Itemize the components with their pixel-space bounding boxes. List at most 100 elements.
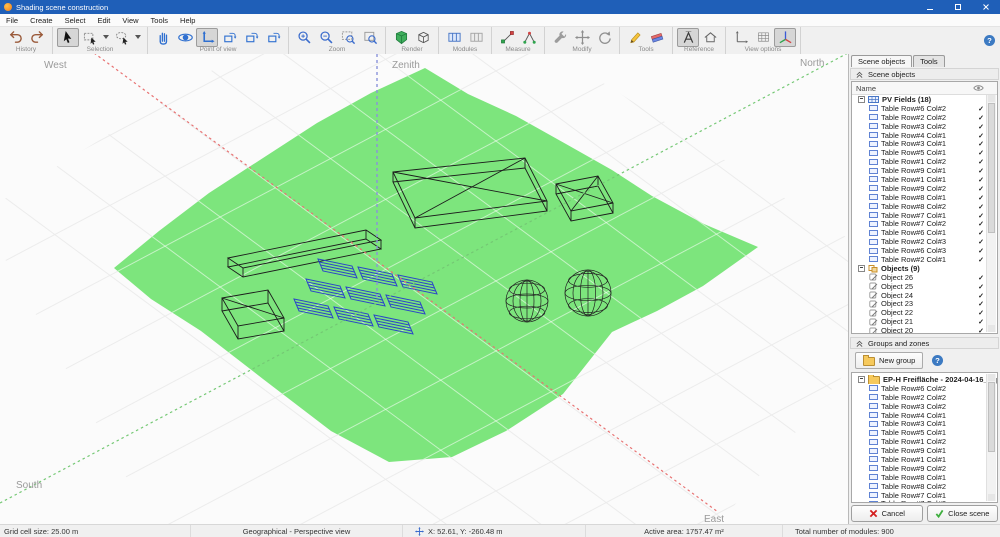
close-button[interactable]	[972, 0, 1000, 14]
restore-button[interactable]	[944, 0, 972, 14]
plane-xy-button[interactable]	[730, 28, 752, 47]
grid-button[interactable]	[752, 28, 774, 47]
group-item-row[interactable]: Table Row#6 Col#2	[852, 384, 997, 393]
group-item-row[interactable]: Table Row#9 Col#2	[852, 464, 997, 473]
object-row[interactable]: Object 20	[852, 326, 997, 333]
object-row[interactable]: Object 24	[852, 291, 997, 299]
pv-field-row[interactable]: Table Row#9 Col#1	[852, 166, 997, 175]
zoom-in-button[interactable]	[293, 28, 315, 47]
reference-house-button[interactable]	[699, 28, 721, 47]
menu-item[interactable]: Help	[174, 16, 201, 25]
group-folder-row[interactable]: EP-H Freifläche - 2024-04-16_export.	[852, 375, 997, 384]
objects-group-row[interactable]: Objects (9)	[852, 264, 997, 273]
scrollbar[interactable]	[986, 374, 996, 501]
tab-tools[interactable]: Tools	[913, 55, 945, 67]
pv-field-row[interactable]: Table Row#2 Col#3	[852, 237, 997, 246]
lasso-select-button[interactable]	[111, 28, 133, 47]
marquee-select-button[interactable]	[79, 28, 101, 47]
redo-button[interactable]	[26, 28, 48, 47]
orbit-button[interactable]	[174, 28, 196, 47]
reference-text-button[interactable]	[677, 27, 699, 47]
pv-field-row[interactable]: Table Row#6 Col#1	[852, 228, 997, 237]
collapse-expander-icon[interactable]	[858, 375, 865, 383]
object-row[interactable]: Object 21	[852, 317, 997, 326]
group-item-row[interactable]: Table Row#8 Col#1	[852, 473, 997, 482]
pv-field-row[interactable]: Table Row#7 Col#2	[852, 219, 997, 228]
group-item-row[interactable]: Table Row#7 Col#1	[852, 491, 997, 499]
pv-field-row[interactable]: Table Row#6 Col#2	[852, 104, 997, 113]
modules-off-button[interactable]	[465, 28, 487, 47]
group-item-row[interactable]: Table Row#1 Col#1	[852, 455, 997, 464]
pv-field-row[interactable]: Table Row#9 Col#2	[852, 184, 997, 193]
group-item-row[interactable]: Table Row#3 Col#2	[852, 402, 997, 411]
pv-field-row[interactable]: Table Row#3 Col#1	[852, 139, 997, 148]
axis-view-button[interactable]	[196, 27, 218, 47]
group-item-row[interactable]: Table Row#3 Col#1	[852, 419, 997, 428]
collapse-expander-icon[interactable]	[858, 95, 865, 103]
pv-field-row[interactable]: Table Row#7 Col#1	[852, 211, 997, 219]
eraser-button[interactable]	[646, 28, 668, 47]
group-item-row[interactable]: Table Row#2 Col#2	[852, 393, 997, 402]
zoom-window-button[interactable]	[337, 28, 359, 47]
group-item-row[interactable]: Table Row#5 Col#1	[852, 428, 997, 437]
move-button[interactable]	[571, 28, 593, 47]
rotate-z-button[interactable]	[240, 28, 262, 47]
menu-item[interactable]: Edit	[91, 16, 116, 25]
pv-field-row[interactable]: Table Row#2 Col#2	[852, 113, 997, 122]
collapse-expander-icon[interactable]	[858, 264, 865, 272]
zoom-extents-button[interactable]	[359, 28, 381, 47]
object-row[interactable]: Object 25	[852, 282, 997, 291]
tab-scene-objects[interactable]: Scene objects	[851, 55, 913, 67]
groups-zones-header[interactable]: Groups and zones	[850, 337, 999, 349]
pencil-button[interactable]	[624, 28, 646, 47]
scrollbar[interactable]	[986, 95, 996, 332]
wrench-button[interactable]	[549, 28, 571, 47]
close-scene-button[interactable]: Close scene	[926, 505, 998, 522]
dropdown-caret[interactable]	[103, 35, 109, 39]
tree-column-header[interactable]: Name	[852, 82, 997, 95]
rotate-object-button[interactable]	[593, 28, 615, 47]
pv-field-row[interactable]: Table Row#8 Col#1	[852, 193, 997, 202]
scene-viewport[interactable]: West Zenith North South East	[0, 54, 848, 524]
group-item-row[interactable]: Table Row#9 Col#1	[852, 446, 997, 455]
object-row[interactable]: Object 22	[852, 308, 997, 317]
scrollbar-thumb[interactable]	[988, 103, 995, 234]
scrollbar-thumb[interactable]	[988, 382, 995, 452]
rotate-x-button[interactable]	[218, 28, 240, 47]
menu-item[interactable]: Tools	[145, 16, 175, 25]
rotate-y-button[interactable]	[262, 28, 284, 47]
groups-help-button[interactable]: ?	[931, 354, 944, 367]
group-item-row[interactable]: Table Row#1 Col#2	[852, 437, 997, 446]
pv-field-row[interactable]: Table Row#5 Col#1	[852, 148, 997, 157]
group-item-row[interactable]: Table Row#7 Col#2	[852, 499, 997, 502]
pv-fields-group-row[interactable]: PV Fields (18)	[852, 95, 997, 104]
cursor-select-button[interactable]	[57, 27, 79, 47]
modules-on-button[interactable]	[443, 28, 465, 47]
visibility-eye-icon[interactable]	[973, 84, 984, 92]
object-row[interactable]: Object 26	[852, 273, 997, 282]
zoom-out-button[interactable]	[315, 28, 337, 47]
minimize-button[interactable]	[916, 0, 944, 14]
pv-field-row[interactable]: Table Row#8 Col#2	[852, 202, 997, 211]
cancel-button[interactable]: Cancel	[851, 505, 923, 522]
axes-button[interactable]	[774, 27, 796, 47]
new-group-button[interactable]: New group	[855, 352, 924, 369]
undo-button[interactable]	[4, 28, 26, 47]
menu-item[interactable]: Create	[24, 16, 59, 25]
menu-item[interactable]: Select	[59, 16, 92, 25]
wireframe-render-button[interactable]	[412, 28, 434, 47]
pv-field-row[interactable]: Table Row#4 Col#1	[852, 131, 997, 139]
pv-field-row[interactable]: Table Row#6 Col#3	[852, 246, 997, 255]
pv-field-row[interactable]: Table Row#1 Col#1	[852, 175, 997, 184]
measure-angle-button[interactable]	[518, 28, 540, 47]
pv-field-row[interactable]: Table Row#1 Col#2	[852, 157, 997, 166]
dropdown-caret[interactable]	[135, 35, 141, 39]
help-button[interactable]: ?	[978, 27, 1000, 54]
group-item-row[interactable]: Table Row#4 Col#1	[852, 411, 997, 419]
object-row[interactable]: Object 23	[852, 299, 997, 308]
menu-item[interactable]: View	[116, 16, 144, 25]
solid-render-button[interactable]	[390, 28, 412, 47]
menu-item[interactable]: File	[0, 16, 24, 25]
pv-field-row[interactable]: Table Row#2 Col#1	[852, 255, 997, 264]
scene-objects-header[interactable]: Scene objects	[850, 68, 999, 80]
